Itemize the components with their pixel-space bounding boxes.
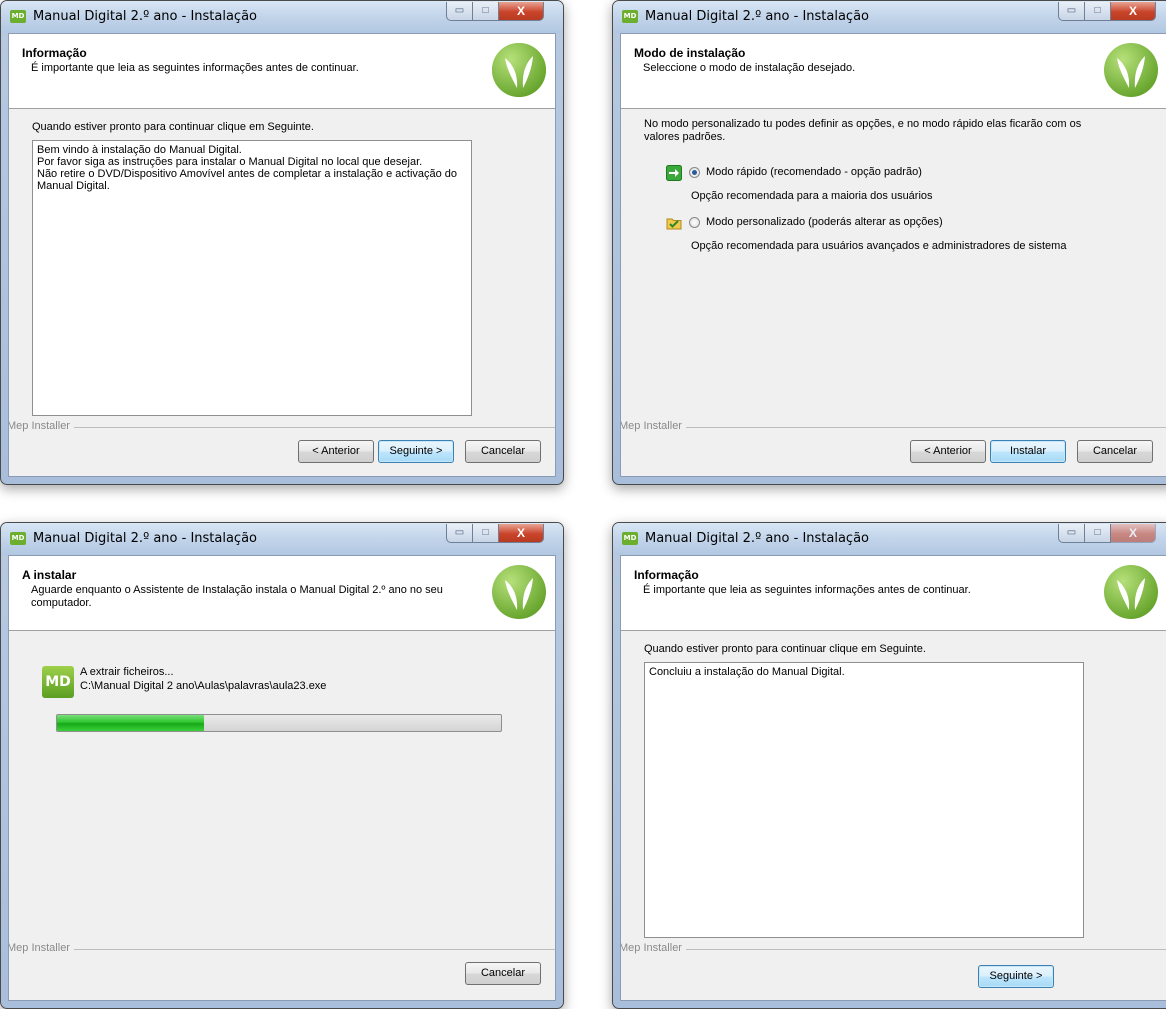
memo-line: Não retire o DVD/Dispositivo Amovível an… bbox=[37, 168, 458, 192]
footer-divider bbox=[621, 427, 1166, 428]
close-button[interactable]: X bbox=[499, 524, 544, 543]
minimize-button[interactable]: ▭ bbox=[446, 524, 473, 543]
quick-mode-label: Modo rápido (recomendado - opção padrão) bbox=[706, 166, 922, 178]
header-subtitle: É importante que leia as seguintes infor… bbox=[643, 584, 971, 596]
custom-mode-label: Modo personalizado (poderás alterar as o… bbox=[706, 216, 943, 228]
memo-line: Por favor siga as instruções para instal… bbox=[37, 156, 423, 168]
memo-line: Concluiu a instalação do Manual Digital. bbox=[649, 666, 845, 678]
wizard-client-area: A instalar Aguarde enquanto o Assistente… bbox=[8, 555, 556, 1001]
quick-mode-radio[interactable] bbox=[689, 167, 700, 178]
wizard-header: Informação É importante que leia as segu… bbox=[621, 556, 1166, 631]
cancel-button[interactable]: Cancelar bbox=[465, 962, 541, 985]
wizard-client-area: Informação É importante que leia as segu… bbox=[8, 33, 556, 477]
green-arrow-icon bbox=[666, 165, 682, 181]
leaf-logo-icon bbox=[1104, 565, 1158, 619]
installer-label: Mep Installer bbox=[621, 942, 686, 954]
installer-window-installing: MD Manual Digital 2.º ano - Instalação ▭… bbox=[0, 522, 564, 1009]
back-button[interactable]: < Anterior bbox=[298, 440, 374, 463]
installer-window-finished: MD Manual Digital 2.º ano - Instalação ▭… bbox=[612, 522, 1166, 1009]
progress-fill bbox=[57, 715, 204, 731]
window-title: Manual Digital 2.º ano - Instalação bbox=[645, 531, 869, 546]
info-memo[interactable]: Concluiu a instalação do Manual Digital. bbox=[644, 662, 1084, 938]
install-status: A extrair ficheiros... bbox=[80, 666, 174, 678]
mode-description: No modo personalizado tu podes definir a… bbox=[644, 118, 1082, 143]
maximize-button[interactable]: □ bbox=[1085, 524, 1111, 543]
installer-label: Mep Installer bbox=[9, 420, 74, 432]
cancel-button[interactable]: Cancelar bbox=[465, 440, 541, 463]
app-icon: MD bbox=[622, 532, 638, 545]
back-button[interactable]: < Anterior bbox=[910, 440, 986, 463]
install-progress-bar bbox=[56, 714, 502, 732]
window-title: Manual Digital 2.º ano - Instalação bbox=[33, 531, 257, 546]
install-button[interactable]: Instalar bbox=[990, 440, 1066, 463]
wizard-client-area: Informação É importante que leia as segu… bbox=[620, 555, 1166, 1001]
header-subtitle: Seleccione o modo de instalação desejado… bbox=[643, 62, 856, 74]
title-bar[interactable]: MD Manual Digital 2.º ano - Instalação ▭… bbox=[613, 523, 1166, 555]
installer-label: Mep Installer bbox=[9, 942, 74, 954]
app-icon: MD bbox=[10, 10, 26, 23]
custom-mode-radio[interactable] bbox=[689, 217, 700, 228]
window-title: Manual Digital 2.º ano - Instalação bbox=[33, 9, 257, 24]
leaf-logo-icon bbox=[492, 43, 546, 97]
maximize-button[interactable]: □ bbox=[473, 2, 499, 21]
wizard-client-area: Modo de instalação Seleccione o modo de … bbox=[620, 33, 1166, 477]
header-subtitle: É importante que leia as seguintes infor… bbox=[31, 62, 359, 74]
wizard-header: Modo de instalação Seleccione o modo de … bbox=[621, 34, 1166, 109]
window-title: Manual Digital 2.º ano - Instalação bbox=[645, 9, 869, 24]
header-subtitle: Aguarde enquanto o Assistente de Instala… bbox=[31, 584, 443, 609]
installer-label: Mep Installer bbox=[621, 420, 686, 432]
next-button[interactable]: Seguinte > bbox=[378, 440, 454, 463]
maximize-button[interactable]: □ bbox=[473, 524, 499, 543]
quick-mode-desc: Opção recomendada para a maioria dos usu… bbox=[691, 190, 933, 202]
info-memo[interactable]: Bem vindo à instalação do Manual Digital… bbox=[32, 140, 472, 416]
minimize-button[interactable]: ▭ bbox=[446, 2, 473, 21]
title-bar[interactable]: MD Manual Digital 2.º ano - Instalação ▭… bbox=[613, 1, 1166, 33]
installer-window-mode: MD Manual Digital 2.º ano - Instalação ▭… bbox=[612, 0, 1166, 485]
minimize-button[interactable]: ▭ bbox=[1058, 524, 1085, 543]
app-icon: MD bbox=[10, 532, 26, 545]
custom-mode-desc: Opção recomendada para usuários avançado… bbox=[691, 240, 1067, 252]
wizard-header: A instalar Aguarde enquanto o Assistente… bbox=[9, 556, 555, 631]
cancel-button[interactable]: Cancelar bbox=[1077, 440, 1153, 463]
option-custom-mode[interactable]: Modo personalizado (poderás alterar as o… bbox=[666, 215, 1086, 231]
maximize-button[interactable]: □ bbox=[1085, 2, 1111, 21]
installer-window-information: MD Manual Digital 2.º ano - Instalação ▭… bbox=[0, 0, 564, 485]
next-button[interactable]: Seguinte > bbox=[978, 965, 1054, 988]
leaf-logo-icon bbox=[1104, 43, 1158, 97]
memo-line: Bem vindo à instalação do Manual Digital… bbox=[37, 144, 242, 156]
instruction-text: Quando estiver pronto para continuar cli… bbox=[644, 643, 926, 655]
md-app-icon: MD bbox=[42, 666, 74, 698]
app-icon: MD bbox=[622, 10, 638, 23]
close-button[interactable]: X bbox=[1111, 2, 1156, 21]
title-bar[interactable]: MD Manual Digital 2.º ano - Instalação ▭… bbox=[1, 523, 563, 555]
minimize-button[interactable]: ▭ bbox=[1058, 2, 1085, 21]
instruction-text: Quando estiver pronto para continuar cli… bbox=[32, 121, 314, 133]
close-button[interactable]: X bbox=[1111, 524, 1156, 543]
title-bar[interactable]: MD Manual Digital 2.º ano - Instalação ▭… bbox=[1, 1, 563, 33]
leaf-logo-icon bbox=[492, 565, 546, 619]
header-title: Modo de instalação bbox=[634, 46, 746, 60]
option-quick-mode[interactable]: Modo rápido (recomendado - opção padrão) bbox=[666, 165, 1086, 181]
footer-divider bbox=[9, 949, 555, 950]
folder-check-icon bbox=[666, 218, 682, 230]
header-title: Informação bbox=[634, 568, 699, 582]
close-button[interactable]: X bbox=[499, 2, 544, 21]
wizard-header: Informação É importante que leia as segu… bbox=[9, 34, 555, 109]
header-title: Informação bbox=[22, 46, 87, 60]
footer-divider bbox=[621, 949, 1166, 950]
header-title: A instalar bbox=[22, 568, 77, 582]
footer-divider bbox=[9, 427, 555, 428]
current-file-path: C:\Manual Digital 2 ano\Aulas\palavras\a… bbox=[80, 680, 327, 692]
